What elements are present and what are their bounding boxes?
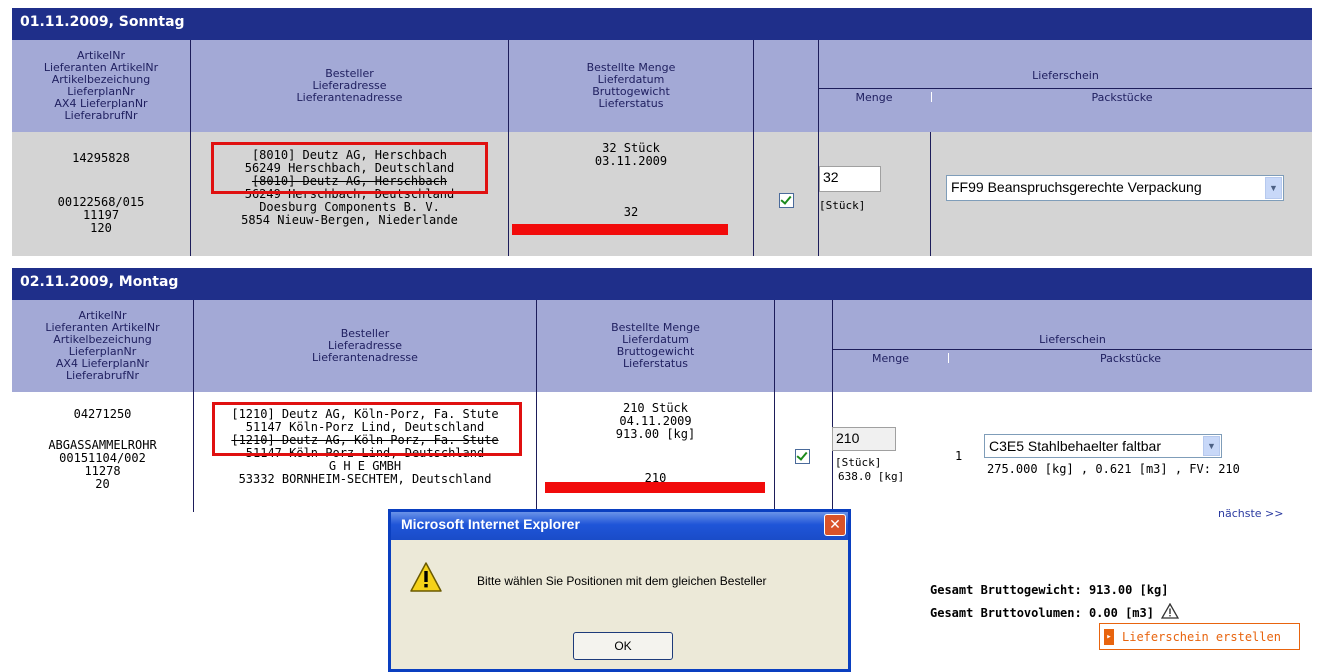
artikel-nr: 04271250 [73, 407, 132, 421]
arrow-right-icon: ▸ [1104, 628, 1114, 645]
lieferant-address: 5854 Nieuw-Bergen, Niederlande [241, 213, 458, 227]
lieferanten-artikel-nr [12, 421, 193, 434]
total-volume-value: 0.00 [m3] [1088, 606, 1154, 620]
ok-button[interactable]: OK [573, 632, 673, 660]
day-header-2: 02.11.2009, Montag [12, 268, 1312, 300]
header-label: Lieferschein [1032, 69, 1099, 82]
dialog-titlebar: Microsoft Internet Explorer [391, 512, 848, 540]
header-label: Packstücke [1099, 352, 1162, 365]
lieferstatus-bar [545, 482, 765, 493]
checkbox-checked-icon[interactable] [779, 193, 794, 208]
quantity-input[interactable]: 32 [819, 166, 881, 192]
status-value: 32 [623, 205, 639, 219]
lieferanten-artikel-nr [12, 165, 190, 178]
column-header-row-1: ArtikelNr Lieferanten ArtikelNr Artikelb… [12, 40, 1312, 132]
highlight-box [212, 402, 522, 456]
pack-info: 275.000 [kg] , 0.621 [m3] , FV: 210 [987, 462, 1240, 476]
pack-count: 1 [955, 449, 963, 463]
header-menge: Bestellte Menge Lieferdatum Bruttogewich… [537, 300, 774, 392]
artikel-bezeichnung [12, 178, 190, 191]
checkbox-checked-icon[interactable] [795, 449, 810, 464]
highlight-box [211, 142, 488, 194]
header-label: Lieferantenadresse [312, 351, 418, 364]
quantity-unit: [Stück] [835, 456, 882, 469]
quantity-weight: 638.0 [kg] [838, 470, 905, 483]
total-weight: Gesamt Bruttogewicht: 913.00 [kg] [930, 583, 1168, 597]
next-page-link[interactable]: nächste >> [1218, 507, 1283, 520]
create-lieferschein-button[interactable]: ▸ Lieferschein erstellen [1099, 623, 1300, 650]
lieferabruf-nr: 20 [95, 477, 110, 491]
artikel-cell: 14295828 00122568/015 11197 120 [12, 152, 190, 235]
header-lieferschein-pack: Packstücke [949, 351, 1312, 367]
warning-icon [1161, 602, 1180, 619]
lieferant-address: 53332 BORNHEIM-SECHTEM, Deutschland [238, 472, 492, 486]
table-row: 04271250 ABGASSAMMELROHR 00151104/002 11… [12, 392, 1312, 512]
chevron-down-icon: ▼ [1203, 436, 1220, 456]
bruttogewicht: 913.00 [kg] [615, 427, 696, 441]
packstueck-selected: C3E5 Stahlbehaelter faltbar [989, 438, 1161, 454]
header-besteller: Besteller Lieferadresse Lieferantenadres… [191, 40, 508, 132]
header-artikel: ArtikelNr Lieferanten ArtikelNr Artikelb… [12, 300, 193, 392]
header-label: Packstücke [1091, 91, 1153, 104]
quantity-unit: [Stück] [819, 199, 866, 212]
header-lieferschein-menge: Menge [833, 351, 948, 367]
header-menge: Bestellte Menge Lieferdatum Bruttogewich… [509, 40, 753, 132]
header-label: Lieferstatus [623, 357, 688, 370]
lieferabruf-nr: 120 [90, 221, 112, 235]
header-label: LieferabrufNr [66, 369, 139, 382]
header-label: Lieferstatus [598, 97, 664, 110]
header-lieferschein: Lieferschein [819, 68, 1312, 84]
artikel-nr: 14295828 [72, 151, 130, 165]
header-label: Lieferantenadresse [296, 91, 403, 104]
quantity-input[interactable]: 210 [832, 427, 896, 451]
header-artikel: ArtikelNr Lieferanten ArtikelNr Artikelb… [12, 40, 190, 132]
close-icon[interactable]: ✕ [824, 514, 846, 536]
day-title: 01.11.2009, Sonntag [20, 14, 185, 30]
dialog-message: Bitte wählen Sie Positionen mit dem glei… [477, 574, 767, 588]
day-header-1: 01.11.2009, Sonntag [12, 8, 1312, 40]
alert-dialog: Microsoft Internet Explorer ✕ Bitte wähl… [388, 509, 851, 672]
header-label: Menge [872, 352, 909, 365]
header-lieferschein-pack: Packstücke [932, 90, 1312, 106]
total-volume-label: Gesamt Bruttovolumen: [930, 606, 1082, 620]
header-label: Menge [855, 91, 893, 104]
table-row: 14295828 00122568/015 11197 120 [8010] D… [12, 132, 1312, 256]
header-lieferschein-menge: Menge [819, 90, 929, 106]
day-title: 02.11.2009, Montag [20, 274, 179, 290]
packstueck-selected: FF99 Beanspruchsgerechte Verpackung [951, 179, 1202, 195]
lieferdatum: 03.11.2009 [594, 154, 668, 168]
total-weight-label: Gesamt Bruttogewicht: [930, 583, 1082, 597]
packstueck-select[interactable]: FF99 Beanspruchsgerechte Verpackung ▼ [946, 175, 1284, 201]
total-volume: Gesamt Bruttovolumen: 0.00 [m3] [930, 602, 1180, 620]
bestellt-cell: 32 Stück 03.11.2009 [509, 142, 753, 168]
create-button-label: Lieferschein erstellen [1122, 629, 1281, 644]
artikel-cell: 04271250 ABGASSAMMELROHR 00151104/002 11… [12, 408, 193, 491]
dialog-title: Microsoft Internet Explorer [401, 516, 580, 532]
header-lieferschein: Lieferschein [833, 332, 1312, 348]
chevron-down-icon: ▼ [1265, 177, 1282, 199]
lieferstatus-bar [512, 224, 728, 235]
column-header-row-2: ArtikelNr Lieferanten ArtikelNr Artikelb… [12, 300, 1312, 392]
total-weight-value: 913.00 [kg] [1088, 583, 1169, 597]
packstueck-select[interactable]: C3E5 Stahlbehaelter faltbar ▼ [984, 434, 1222, 458]
header-label: LieferabrufNr [64, 109, 138, 122]
bestellt-cell: 210 Stück 04.11.2009 913.00 [kg] [537, 402, 774, 441]
warning-icon [410, 562, 442, 592]
header-label: Lieferschein [1039, 333, 1106, 346]
header-besteller: Besteller Lieferadresse Lieferantenadres… [194, 300, 536, 392]
